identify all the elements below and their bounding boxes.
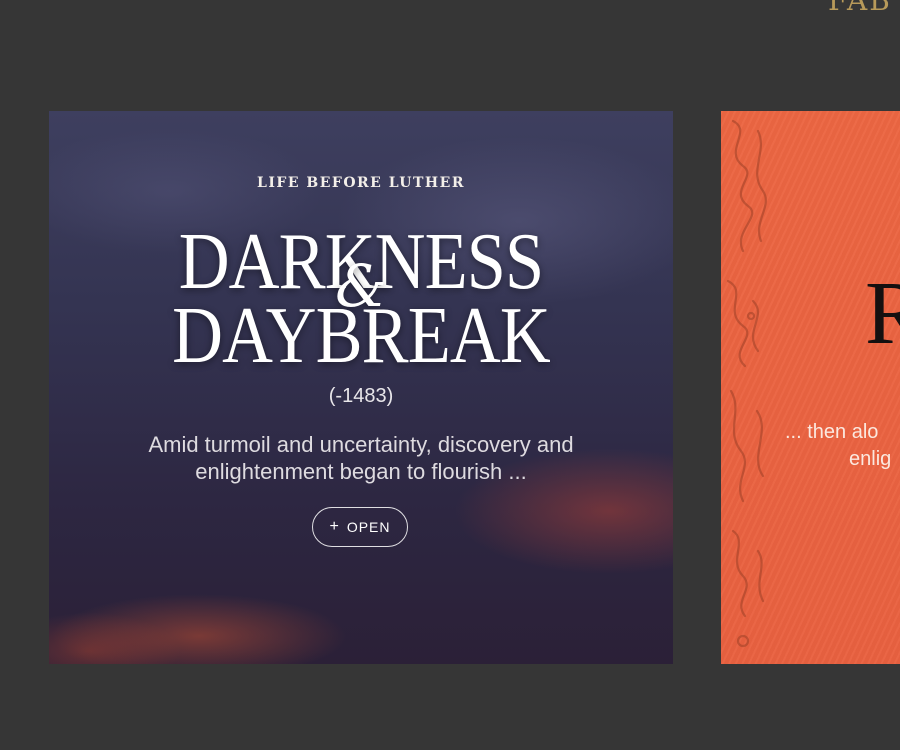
card-title: DARKNESS & DAYBREAK: [49, 222, 673, 380]
card-description: ... then alo enlig: [785, 419, 900, 473]
next-section-title-partial: FAB: [828, 0, 892, 17]
plus-icon: +: [329, 518, 340, 535]
card-title-initial: R: [865, 264, 900, 363]
darkness-daybreak-card[interactable]: LIFE BEFORE LUTHER DARKNESS & DAYBREAK (…: [49, 111, 673, 664]
card-kicker: LIFE BEFORE LUTHER: [257, 175, 465, 191]
handwriting-decoration: [726, 119, 767, 648]
card-description-line-1: ... then alo: [785, 421, 879, 443]
card-description-line-2: enlig: [849, 448, 892, 470]
next-chapter-card[interactable]: R ... then alo enlig: [721, 111, 900, 664]
card-years: (-1483): [328, 385, 394, 407]
open-button-label: OPEN: [346, 519, 391, 535]
card-description: Amid turmoil and uncertainty, discovery …: [148, 432, 574, 484]
open-button[interactable]: + OPEN: [312, 507, 408, 547]
card-title-line-2: DAYBREAK: [172, 292, 550, 380]
